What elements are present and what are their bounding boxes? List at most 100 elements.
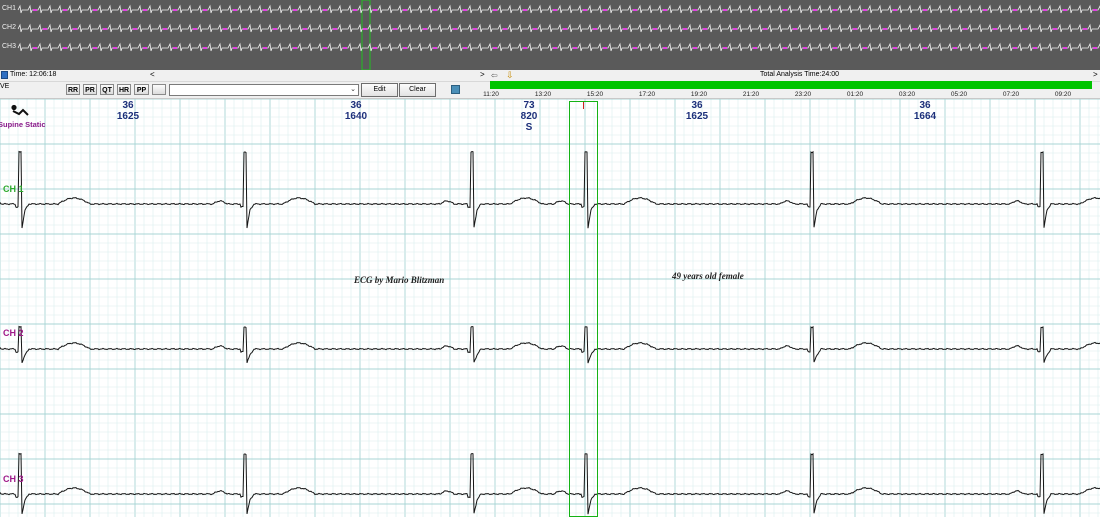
overview-ch2-label: CH2 (2, 24, 17, 31)
caption-patient: 49 years old female (672, 271, 744, 281)
overview-beat-marker (393, 28, 397, 30)
overview-beat-marker (1053, 28, 1057, 30)
overview-traces[interactable] (0, 0, 1100, 70)
export-icon[interactable] (451, 85, 460, 94)
beat-annotation: 36 1640 (331, 100, 381, 122)
overview-beat-marker (683, 28, 687, 30)
overview-beat-marker (1013, 47, 1017, 49)
overview-beat-marker (343, 47, 347, 49)
overview-beat-marker (603, 9, 607, 11)
overview-beat-marker (233, 9, 237, 11)
beat-hr: 36 (691, 100, 703, 111)
overview-beat-marker (603, 47, 607, 49)
event-select[interactable]: ⌄ (169, 84, 359, 96)
overview-beat-marker (293, 47, 297, 49)
overview-beat-marker (323, 47, 327, 49)
overview-beat-marker (103, 28, 107, 30)
overview-beat-marker (853, 28, 857, 30)
hr-button[interactable]: HR (117, 84, 131, 95)
overview-beat-marker (983, 47, 987, 49)
beat-rr: 1625 (685, 111, 709, 122)
overview-beat-marker (693, 47, 697, 49)
overview-beat-marker (233, 47, 237, 49)
overview-beat-marker (893, 47, 897, 49)
overview-beat-marker (503, 28, 507, 30)
overview-selection-marker[interactable] (361, 0, 371, 70)
timeline-hour-label: 01:20 (846, 91, 864, 98)
timeline-marker-icon[interactable]: ⇩ (506, 70, 514, 81)
overview-beat-marker (33, 9, 37, 11)
timeline-hour-label: 09:20 (1054, 91, 1072, 98)
overview-trace (17, 42, 1100, 52)
beat-hr: 36 (122, 100, 134, 111)
timeline-back-icon[interactable]: ⇦ (491, 71, 498, 80)
overview-beat-marker (563, 28, 567, 30)
ecg-grid (0, 99, 1100, 517)
caption-author: ECG by Mario Blitzman (354, 275, 445, 285)
pp-button[interactable]: PP (134, 84, 149, 95)
overview-ch3-label: CH3 (2, 43, 17, 50)
overview-beat-marker (353, 9, 357, 11)
scroll-right-button[interactable]: > (480, 70, 485, 79)
overview-beat-marker (333, 28, 337, 30)
overview-beat-marker (753, 9, 757, 11)
overview-beat-marker (723, 47, 727, 49)
overview-beat-marker (473, 28, 477, 30)
ecg-trace-ch2 (0, 325, 1100, 364)
overview-beat-marker (953, 47, 957, 49)
overview-beat-marker (833, 9, 837, 11)
beat-hr: 36 (919, 100, 931, 111)
overview-beat-marker (453, 28, 457, 30)
mode-label: VE (0, 83, 10, 90)
overview-beat-marker (1033, 47, 1037, 49)
ecg-trace-ch1 (0, 150, 1100, 229)
scroll-left-button[interactable]: < (150, 70, 155, 79)
overview-beat-marker (173, 47, 177, 49)
clear-button[interactable]: Clear (399, 83, 436, 97)
beat-type: S (525, 122, 533, 133)
beat-annotation: 36 1625 (103, 100, 153, 122)
beat-rr: 1625 (116, 111, 140, 122)
beat-rr: 1640 (344, 111, 368, 122)
overview-beat-marker (203, 9, 207, 11)
timeline-right-button[interactable]: > (1093, 70, 1098, 79)
beat-annotation: 36 1664 (900, 100, 950, 122)
ecg-strip[interactable] (0, 99, 1100, 517)
overview-beat-marker (823, 28, 827, 30)
overview-beat-marker (523, 47, 527, 49)
supine-posture-icon (11, 104, 29, 116)
analysis-timeline-bar[interactable] (490, 81, 1092, 89)
overview-beat-marker (423, 28, 427, 30)
overview-ch1-label: CH1 (2, 5, 17, 12)
overview-beat-marker (323, 9, 327, 11)
timeline-hour-label: 03:20 (898, 91, 916, 98)
overview-beat-marker (863, 47, 867, 49)
ecg-trace-ch3 (0, 452, 1100, 515)
timeline-hour-label: 17:20 (638, 91, 656, 98)
overview-beat-marker (143, 47, 147, 49)
overview-beat-marker (1013, 9, 1017, 11)
overview-beat-marker (633, 9, 637, 11)
rr-button[interactable]: RR (66, 84, 80, 95)
edit-button[interactable]: Edit (361, 83, 398, 97)
overview-beat-marker (273, 28, 277, 30)
beat-hr: 73 (523, 100, 535, 111)
overview-beat-marker (1093, 9, 1097, 11)
overview-beat-marker (403, 47, 407, 49)
overview-beat-marker (223, 28, 227, 30)
overview-beat-marker (1093, 47, 1097, 49)
selected-beat-cursor[interactable] (569, 101, 598, 517)
pr-button[interactable]: PR (83, 84, 97, 95)
overview-trace (17, 23, 1100, 33)
ecg-grid-and-traces[interactable] (0, 99, 1100, 517)
overview-panel[interactable]: CH1 CH2 CH3 (0, 0, 1100, 70)
overview-beat-marker (123, 9, 127, 11)
overview-beat-marker (803, 47, 807, 49)
beat-annotation: 73 820 S (504, 100, 554, 133)
blank-button[interactable] (152, 84, 166, 95)
overview-beat-marker (493, 47, 497, 49)
overview-beat-marker (163, 28, 167, 30)
overview-beat-marker (923, 9, 927, 11)
qt-button[interactable]: QT (100, 84, 114, 95)
timeline-hour-label: 15:20 (586, 91, 604, 98)
